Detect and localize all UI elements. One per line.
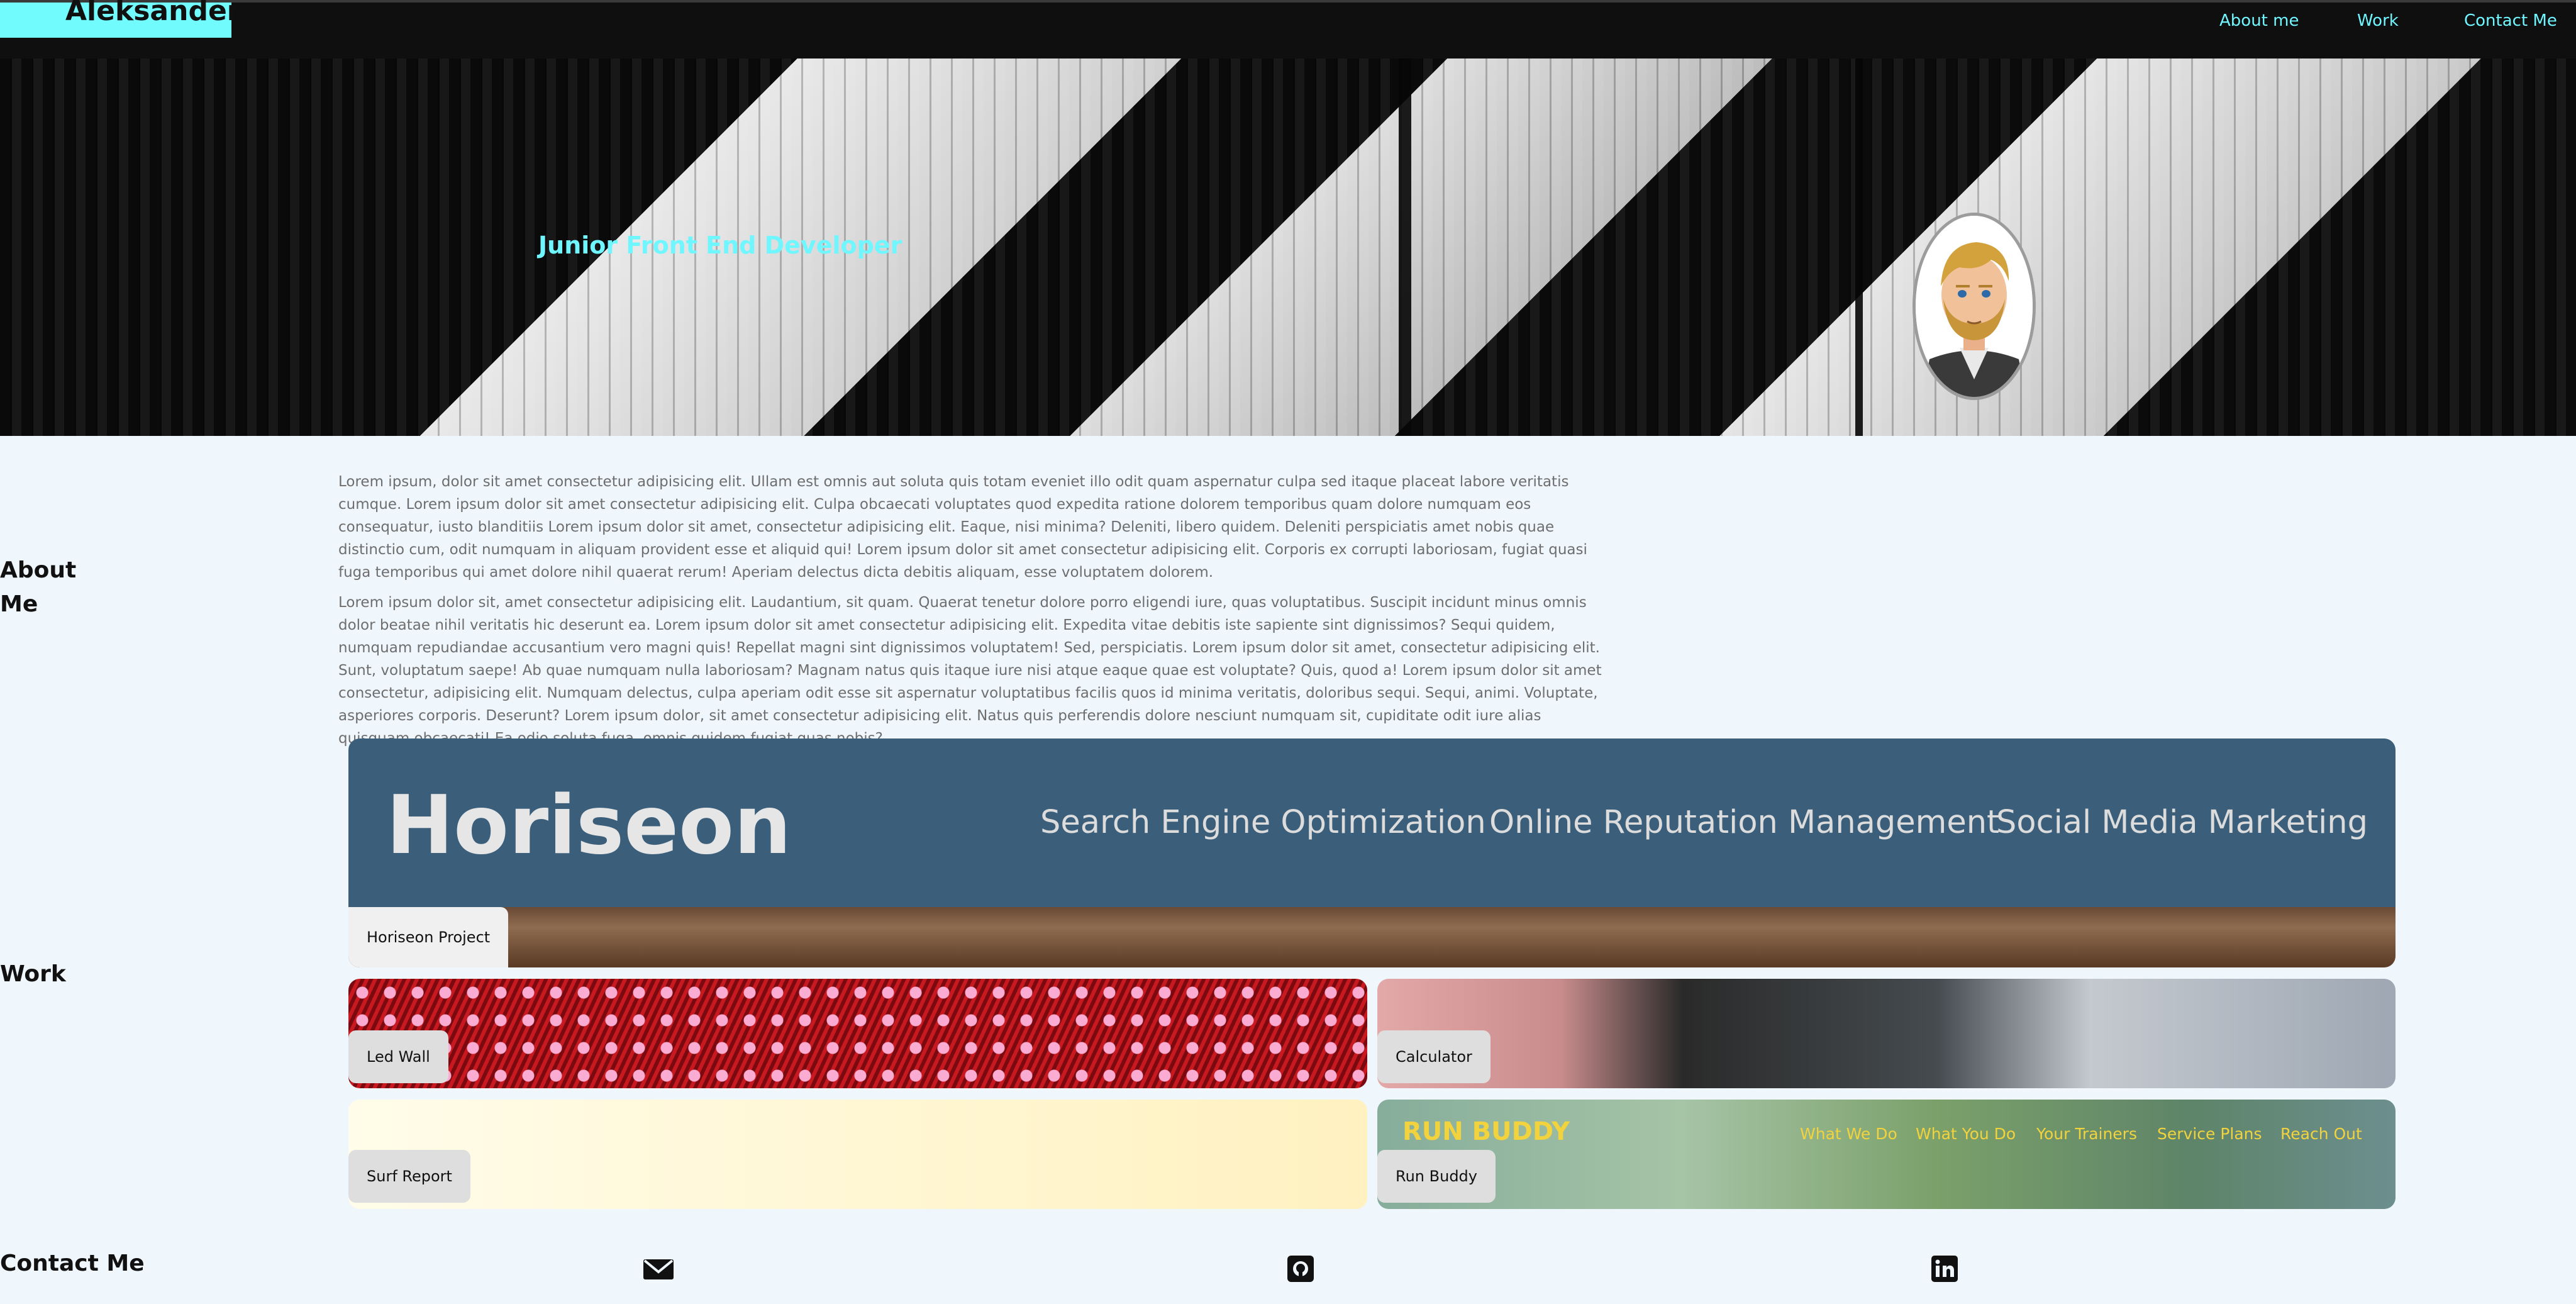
horiseon-menu-item: Search Engine Optimization <box>1040 804 1486 841</box>
brand-logo[interactable]: Aleksander <box>0 0 240 38</box>
run-buddy-menu-item: Service Plans <box>2157 1125 2262 1143</box>
hero-banner: Junior Front End Developer <box>0 59 2576 436</box>
project-label-run-buddy[interactable]: Run Buddy <box>1377 1150 1496 1203</box>
nav-link-contact[interactable]: Contact Me <box>2464 11 2557 30</box>
about-paragraph-1: Lorem ipsum, dolor sit amet consectetur … <box>338 474 1587 581</box>
project-card-surf-report[interactable]: Surf Report <box>348 1100 1367 1209</box>
brand-name: Aleksander <box>65 0 241 27</box>
project-label-calculator[interactable]: Calculator <box>1377 1030 1491 1083</box>
run-buddy-menu-item: Your Trainers <box>2036 1125 2137 1143</box>
project-card-led-wall[interactable]: Led Wall <box>348 979 1367 1088</box>
linkedin-icon[interactable] <box>1929 1256 1960 1282</box>
run-buddy-logo: RUN BUDDY <box>1402 1117 1570 1146</box>
horiseon-menu-item: Social Media Marketing <box>1996 804 2368 841</box>
nav-link-about[interactable]: About me <box>2219 11 2299 30</box>
project-card-horiseon[interactable]: Horiseon Search Engine Optimization Onli… <box>348 738 2396 967</box>
project-label-led-wall[interactable]: Led Wall <box>348 1030 448 1083</box>
project-card-calculator[interactable]: Calculator <box>1377 979 2396 1088</box>
project-label-horiseon[interactable]: Horiseon Project <box>348 907 509 967</box>
top-navigation-bar: Aleksander About me Work Contact Me <box>0 0 2576 59</box>
about-paragraph-2: Lorem ipsum dolor sit, amet consectetur … <box>338 594 1602 747</box>
about-heading-line2: Me <box>0 591 38 617</box>
about-heading: About Me <box>0 554 76 621</box>
email-icon[interactable] <box>643 1256 674 1282</box>
run-buddy-menu-item: Reach Out <box>2280 1125 2362 1143</box>
run-buddy-menu-item: What You Do <box>1916 1125 2016 1143</box>
avatar-icon <box>1916 216 2033 397</box>
project-label-surf-report[interactable]: Surf Report <box>348 1150 470 1203</box>
about-heading-line1: About <box>0 557 77 583</box>
nav-link-work[interactable]: Work <box>2357 11 2399 30</box>
hero-title: Junior Front End Developer <box>538 231 902 259</box>
horiseon-menu-item: Online Reputation Management <box>1489 804 2000 841</box>
project-card-run-buddy[interactable]: RUN BUDDY What We Do What You Do Your Tr… <box>1377 1100 2396 1209</box>
work-heading: Work <box>0 961 66 987</box>
horiseon-logo: Horiseon <box>386 779 792 872</box>
run-buddy-menu-item: What We Do <box>1800 1125 1897 1143</box>
avatar <box>1913 213 2036 400</box>
github-icon[interactable] <box>1285 1256 1316 1282</box>
contact-heading: Contact Me <box>0 1251 145 1276</box>
